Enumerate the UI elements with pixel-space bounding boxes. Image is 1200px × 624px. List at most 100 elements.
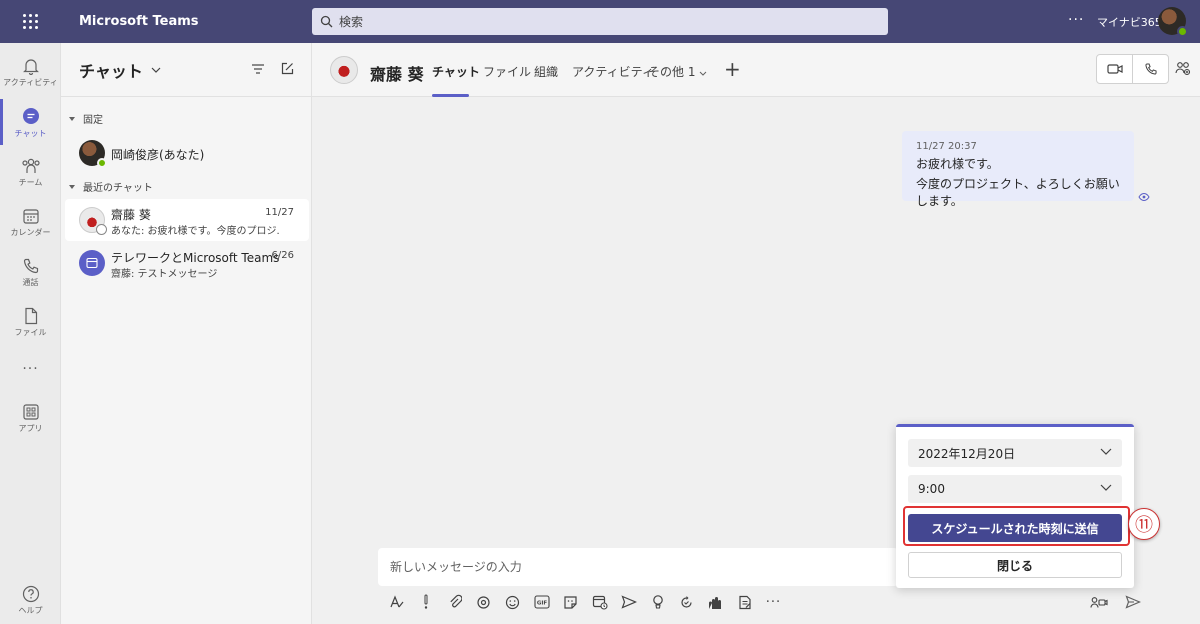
date-picker-value: 2022年12月20日 (918, 446, 1016, 461)
loop-icon[interactable] (469, 592, 498, 612)
call-buttons (1096, 54, 1169, 84)
rail-label: チーム (18, 177, 43, 187)
presence-available-icon (97, 158, 107, 168)
active-tab-indicator (432, 94, 469, 97)
chat-item-name: 岡崎俊彦(あなた) (111, 148, 205, 162)
rail-item-calls[interactable]: 通話 (0, 247, 61, 297)
section-recent[interactable]: 最近のチャット (69, 179, 153, 194)
sticker-icon[interactable] (556, 592, 585, 612)
important-icon[interactable] (411, 592, 440, 612)
avatar (79, 140, 107, 168)
praise-icon[interactable] (643, 592, 672, 612)
top-bar: Microsoft Teams 検索 ··· マイナビ365 (0, 0, 1200, 43)
search-input[interactable]: 検索 (312, 8, 888, 35)
chat-item-telework-meeting[interactable]: テレワークとMicrosoft Teams 6/26 齋藤: テストメッセージ (65, 242, 309, 284)
message-bubble[interactable]: 11/27 20:37 お疲れ様です。 今度のプロジェクト、よろしくお願いします… (902, 131, 1134, 208)
phone-icon (23, 258, 38, 273)
app-launcher-icon[interactable] (0, 0, 61, 43)
rail-item-files[interactable]: ファイル (0, 297, 61, 347)
message-input[interactable]: 新しいメッセージの入力 (378, 548, 898, 586)
time-picker[interactable]: 9:00 (908, 475, 1122, 503)
rail-item-teams[interactable]: チーム (0, 147, 61, 197)
rail-label: カレンダー (10, 227, 51, 237)
format-icon[interactable] (382, 592, 411, 612)
schedule-send-popup: 2022年12月20日 9:00 スケジュールされた時刻に送信 閉じる (896, 424, 1134, 588)
chat-item-date: 11/27 (265, 207, 294, 218)
emoji-icon[interactable] (498, 592, 527, 612)
meet-now-icon[interactable] (1082, 592, 1116, 612)
tab-more-label: その他 1 (648, 65, 696, 79)
chat-item-pinned-self[interactable]: 岡崎俊彦(あなた) (65, 132, 309, 174)
rail-more-apps-icon[interactable]: ··· (0, 344, 61, 394)
app-rail: アクティビティ チャット チーム カレンダー 通話 ファイル ··· アプリ ヘ… (0, 43, 61, 624)
schedule-meeting-icon[interactable] (585, 592, 614, 612)
collapse-caret-icon (69, 116, 75, 121)
gif-icon[interactable]: GIF (527, 592, 556, 612)
tab-files[interactable]: ファイル (483, 63, 531, 80)
video-camera-icon (1106, 64, 1123, 74)
tab-org[interactable]: 組織 (534, 63, 558, 80)
tab-chat[interactable]: チャット (432, 63, 480, 80)
conversation-title: 齋藤 葵 (370, 65, 424, 84)
svg-text:GIF: GIF (536, 600, 547, 606)
chevron-down-icon (1100, 484, 1112, 491)
avatar[interactable] (330, 56, 358, 84)
avatar (79, 207, 107, 235)
collapse-caret-icon (69, 184, 75, 189)
chat-item-name: 齋藤 葵 (111, 208, 151, 222)
section-pinned-label: 固定 (83, 115, 103, 126)
chat-item-preview: あなた: お疲れ様です。今度のプロジ... (111, 226, 279, 237)
video-call-button[interactable] (1097, 55, 1132, 83)
audio-call-button[interactable] (1132, 55, 1168, 83)
calendar-icon (86, 257, 98, 269)
new-chat-icon[interactable] (280, 62, 294, 76)
more-options-icon[interactable]: ··· (1068, 12, 1084, 28)
add-tab-icon[interactable]: + (724, 57, 741, 81)
date-picker[interactable]: 2022年12月20日 (908, 439, 1122, 467)
message-text-line: 今度のプロジェクト、よろしくお願いします。 (916, 177, 1120, 208)
more-options-icon[interactable]: ··· (759, 592, 788, 612)
tab-activity[interactable]: アクティビティ (572, 63, 654, 80)
calendar-icon (22, 208, 39, 224)
user-avatar[interactable] (1158, 7, 1188, 37)
message-input-placeholder: 新しいメッセージの入力 (390, 559, 522, 574)
filter-icon[interactable] (251, 63, 265, 75)
chevron-down-icon[interactable] (151, 67, 161, 73)
presence-offline-icon (96, 224, 107, 235)
chat-item-saito[interactable]: 齋藤 葵 11/27 あなた: お疲れ様です。今度のプロジ... (65, 199, 309, 241)
avatar (79, 250, 105, 276)
phone-icon (1144, 63, 1157, 75)
send-at-scheduled-time-button[interactable]: スケジュールされた時刻に送信 (908, 514, 1122, 542)
chat-list-title[interactable]: チャット (79, 58, 143, 82)
rail-item-activity[interactable]: アクティビティ (0, 47, 61, 97)
rail-item-apps[interactable]: アプリ (0, 393, 61, 443)
section-recent-label: 最近のチャット (83, 183, 153, 194)
app-title: Microsoft Teams (79, 14, 199, 29)
rail-item-chat[interactable]: チャット (0, 97, 61, 147)
rail-item-help[interactable]: ヘルプ (0, 575, 61, 624)
close-button[interactable]: 閉じる (908, 552, 1122, 578)
chat-item-name: テレワークとMicrosoft Teams (111, 251, 280, 265)
rail-label: アプリ (18, 423, 43, 433)
tab-more[interactable]: その他 1 (648, 63, 707, 80)
people-icon[interactable] (1175, 60, 1191, 76)
message-text-line: お疲れ様です。 (916, 157, 999, 171)
chat-list-pane: チャット 固定 岡崎俊彦(あなた) 最近のチャット 齋藤 葵 11/27 あなた… (61, 43, 312, 624)
updates-icon[interactable] (730, 592, 759, 612)
rail-label: ファイル (14, 327, 47, 337)
section-pinned[interactable]: 固定 (69, 111, 103, 126)
bell-icon (22, 58, 39, 75)
approvals-icon[interactable] (672, 592, 701, 612)
send-icon[interactable] (1116, 592, 1150, 612)
chat-icon (22, 107, 39, 124)
org-name[interactable]: マイナビ365 (1097, 14, 1162, 30)
rail-item-calendar[interactable]: カレンダー (0, 197, 61, 247)
presence-available-icon (1177, 26, 1188, 37)
rail-label: チャット (14, 128, 47, 138)
send-later-icon[interactable] (614, 592, 643, 612)
step-marker: ⑪ (1128, 508, 1160, 540)
forms-icon[interactable] (701, 592, 730, 612)
chevron-down-icon (1100, 448, 1112, 455)
time-picker-value: 9:00 (918, 482, 945, 496)
attach-icon[interactable] (440, 592, 469, 612)
